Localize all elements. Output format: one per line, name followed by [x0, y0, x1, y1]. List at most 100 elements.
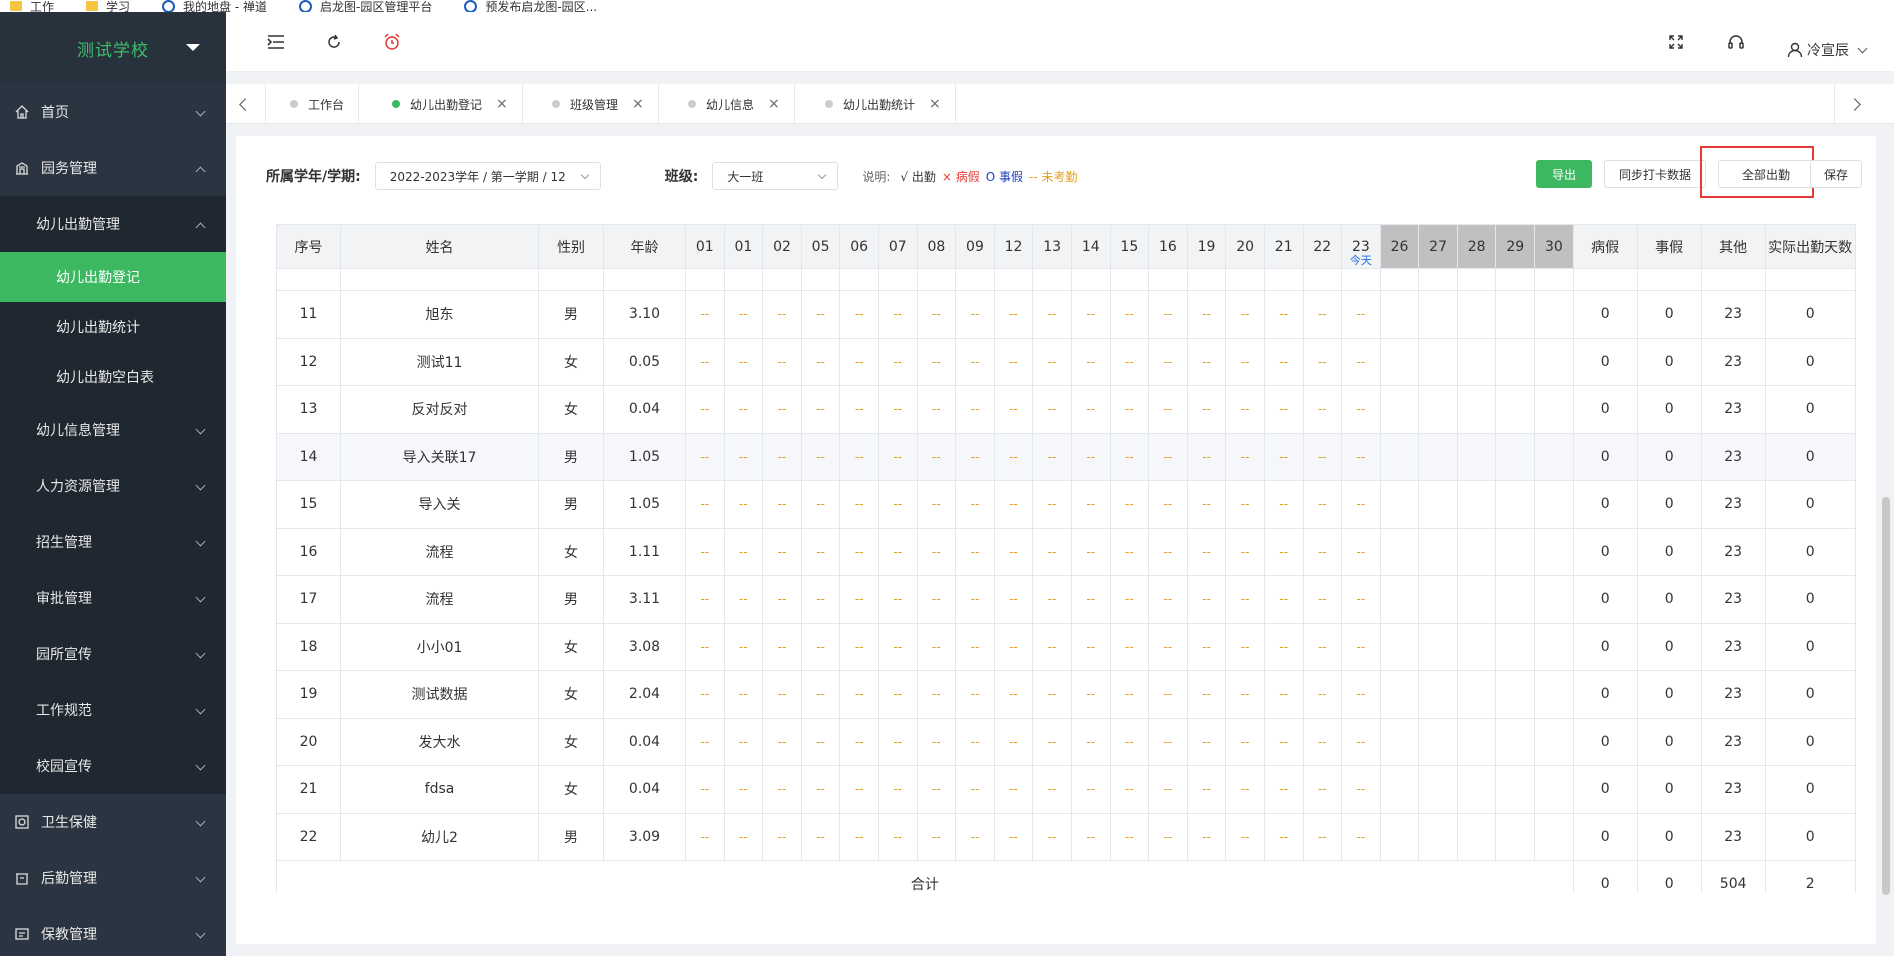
user-menu[interactable]: 冷宣辰 — [1787, 40, 1868, 60]
cell-attendance[interactable]: -- — [916, 432, 957, 481]
cell-attendance[interactable] — [1456, 717, 1497, 766]
cell-attendance[interactable]: -- — [1263, 432, 1304, 481]
cell-attendance[interactable]: -- — [993, 717, 1034, 766]
cell-attendance[interactable] — [1456, 432, 1497, 481]
cell-attendance[interactable] — [1495, 575, 1536, 624]
cell-attendance[interactable]: -- — [1225, 480, 1265, 529]
cell-attendance[interactable]: -- — [877, 385, 918, 434]
cell-attendance[interactable]: -- — [685, 337, 725, 386]
tab-attendance-stats[interactable]: 幼儿出勤统计 × — [801, 84, 956, 124]
table-row[interactable]: 22 幼儿2 男 3.09 -- -- -- -- -- -- -- -- -- -- -- -- -- -- --… — [276, 812, 1856, 861]
cell-attendance[interactable]: -- — [1341, 575, 1381, 624]
table-row[interactable]: 17 流程男 3.11 -- -- -- -- -- -- -- -- -- -- -- -- -- -- -- -… — [276, 575, 1856, 624]
cell-attendance[interactable]: -- — [1032, 290, 1072, 339]
cell-attendance[interactable] — [1379, 622, 1420, 671]
cell-attendance[interactable]: -- — [685, 670, 725, 719]
cell-attendance[interactable]: -- — [877, 337, 918, 386]
cell-attendance[interactable] — [1418, 527, 1458, 576]
sidebar-item-campus-promo[interactable]: 园所宣传 — [0, 626, 226, 682]
cell-attendance[interactable] — [1495, 337, 1536, 386]
cell-attendance[interactable]: -- — [1302, 765, 1343, 814]
cell-attendance[interactable]: -- — [723, 385, 764, 434]
tab-scroll-right[interactable] — [1834, 84, 1874, 124]
cell-attendance[interactable] — [1379, 337, 1420, 386]
cell-attendance[interactable]: -- — [993, 337, 1034, 386]
cell-attendance[interactable]: -- — [993, 480, 1034, 529]
cell-attendance[interactable]: -- — [1070, 432, 1111, 481]
cell-attendance[interactable]: -- — [1148, 812, 1188, 861]
close-icon[interactable]: × — [632, 96, 644, 112]
sidebar-item-education[interactable]: 保教管理 — [0, 906, 226, 956]
cell-attendance[interactable]: -- — [839, 575, 879, 624]
cell-attendance[interactable] — [1418, 670, 1458, 719]
cell-attendance[interactable]: -- — [1302, 812, 1343, 861]
cell-attendance[interactable]: -- — [762, 670, 802, 719]
cell-attendance[interactable] — [1418, 290, 1458, 339]
table-row[interactable]: 20 发大水女 0.04 -- -- -- -- -- -- -- -- -- -- -- -- -- -- --… — [276, 717, 1856, 766]
cell-attendance[interactable] — [1418, 480, 1458, 529]
cell-attendance[interactable] — [1456, 480, 1497, 529]
cell-attendance[interactable] — [1379, 717, 1420, 766]
cell-attendance[interactable]: -- — [1070, 527, 1111, 576]
cell-attendance[interactable]: -- — [993, 575, 1034, 624]
bookmark-study[interactable]: 学习 — [86, 0, 130, 12]
cell-attendance[interactable]: -- — [1341, 527, 1381, 576]
cell-attendance[interactable]: -- — [839, 337, 879, 386]
cell-attendance[interactable]: -- — [955, 575, 995, 624]
cell-attendance[interactable]: -- — [1186, 670, 1227, 719]
cell-attendance[interactable]: -- — [762, 290, 802, 339]
cell-attendance[interactable]: -- — [1302, 670, 1343, 719]
cell-attendance[interactable]: -- — [1109, 812, 1150, 861]
headset-icon[interactable] — [1726, 32, 1746, 52]
cell-attendance[interactable] — [1418, 575, 1458, 624]
cell-attendance[interactable]: -- — [800, 670, 841, 719]
cell-attendance[interactable]: -- — [877, 290, 918, 339]
cell-attendance[interactable]: -- — [1341, 432, 1381, 481]
cell-attendance[interactable]: -- — [993, 812, 1034, 861]
cell-attendance[interactable]: -- — [916, 765, 957, 814]
cell-attendance[interactable]: -- — [1032, 480, 1072, 529]
cell-attendance[interactable]: -- — [877, 575, 918, 624]
cell-attendance[interactable]: -- — [1070, 575, 1111, 624]
cell-attendance[interactable]: -- — [723, 717, 764, 766]
cell-attendance[interactable]: -- — [1341, 290, 1381, 339]
cell-attendance[interactable]: -- — [955, 290, 995, 339]
cell-attendance[interactable]: -- — [800, 765, 841, 814]
cell-attendance[interactable]: -- — [955, 527, 995, 576]
cell-attendance[interactable]: -- — [916, 480, 957, 529]
cell-attendance[interactable] — [1418, 812, 1458, 861]
cell-attendance[interactable]: -- — [1109, 385, 1150, 434]
cell-attendance[interactable] — [1456, 670, 1497, 719]
cell-attendance[interactable] — [1379, 385, 1420, 434]
cell-attendance[interactable]: -- — [762, 527, 802, 576]
cell-attendance[interactable] — [1534, 432, 1574, 481]
cell-attendance[interactable] — [1534, 480, 1574, 529]
cell-attendance[interactable]: -- — [800, 290, 841, 339]
sync-punch-data-button[interactable]: 同步打卡数据 — [1604, 160, 1706, 188]
cell-attendance[interactable]: -- — [839, 290, 879, 339]
cell-attendance[interactable]: -- — [1148, 480, 1188, 529]
tab-scroll-left[interactable] — [226, 84, 266, 124]
cell-attendance[interactable]: -- — [762, 717, 802, 766]
sidebar-item-attendance-register[interactable]: 幼儿出勤登记 — [0, 252, 226, 302]
table-row[interactable]: 18 小小01 女 3.08 -- -- -- -- -- -- -- -- -- -- -- -- -- -- -… — [276, 622, 1856, 671]
cell-attendance[interactable]: -- — [723, 432, 764, 481]
cell-attendance[interactable] — [1456, 812, 1497, 861]
cell-attendance[interactable]: -- — [1070, 670, 1111, 719]
bookmark-work[interactable]: 工作 — [10, 0, 54, 12]
cell-attendance[interactable]: -- — [800, 337, 841, 386]
cell-attendance[interactable]: -- — [916, 385, 957, 434]
cell-attendance[interactable]: -- — [723, 290, 764, 339]
cell-attendance[interactable]: -- — [839, 812, 879, 861]
sidebar-item-work-rules[interactable]: 工作规范 — [0, 682, 226, 738]
table-row[interactable]: 11 旭东男 3.10 -- -- -- -- -- -- -- -- -- -- -- -- -- -- -- -… — [276, 290, 1856, 339]
cell-attendance[interactable]: -- — [685, 575, 725, 624]
cell-attendance[interactable] — [1379, 432, 1420, 481]
cell-attendance[interactable]: -- — [1148, 670, 1188, 719]
table-row[interactable]: 19 测试数据女 2.04 -- -- -- -- -- -- -- -- -- -- -- -- -- -- -… — [276, 670, 1856, 719]
cell-attendance[interactable]: -- — [1225, 432, 1265, 481]
cell-attendance[interactable]: -- — [1302, 527, 1343, 576]
cell-attendance[interactable]: -- — [839, 480, 879, 529]
cell-attendance[interactable]: -- — [1263, 575, 1304, 624]
class-select[interactable]: 大一班 — [712, 162, 839, 190]
